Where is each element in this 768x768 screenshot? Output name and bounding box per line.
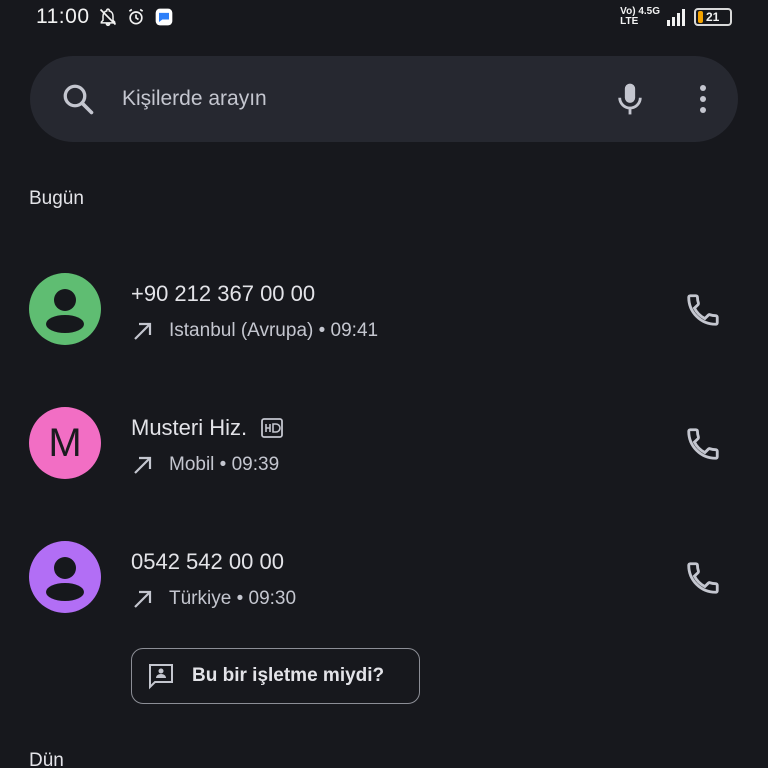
- call-log-item[interactable]: +90 212 367 00 00 Istanbul (Avrupa) • 09…: [0, 273, 768, 373]
- battery-indicator: 21: [694, 8, 732, 26]
- signal-icon: [667, 9, 685, 26]
- outgoing-call-icon: [134, 590, 152, 608]
- notifications-off-icon: [99, 8, 116, 27]
- avatar[interactable]: M: [29, 407, 101, 479]
- avatar[interactable]: [29, 273, 101, 345]
- caller-name: +90 212 367 00 00: [131, 281, 316, 306]
- call-back-button[interactable]: [684, 291, 722, 329]
- call-back-button[interactable]: [684, 425, 722, 463]
- outgoing-call-icon: [134, 456, 152, 474]
- more-vert-icon[interactable]: [698, 83, 708, 115]
- person-icon: [46, 289, 84, 333]
- call-detail: Istanbul (Avrupa) • 09:41: [131, 319, 378, 343]
- caller-name: 0542 542 00 00: [131, 549, 284, 574]
- search-input[interactable]: Kişilerde arayın: [122, 87, 614, 111]
- messages-app-icon: [155, 8, 172, 26]
- call-detail: Mobil • 09:39: [131, 453, 279, 477]
- mic-icon[interactable]: [614, 81, 646, 117]
- avatar[interactable]: [29, 541, 101, 613]
- battery-fill: [698, 11, 703, 23]
- outgoing-call-icon: [134, 322, 152, 340]
- status-time: 11:00: [36, 5, 90, 28]
- business-prompt-label: Bu bir işletme miydi?: [192, 665, 385, 686]
- business-prompt-button[interactable]: Bu bir işletme miydi?: [131, 648, 420, 704]
- search-icon[interactable]: [60, 81, 96, 117]
- call-back-button[interactable]: [684, 559, 722, 597]
- avatar-letter: M: [48, 420, 82, 465]
- person-icon: [46, 557, 84, 601]
- call-detail: Türkiye • 09:30: [131, 587, 296, 611]
- call-log-item[interactable]: M Musteri Hiz. Mobil • 09:39: [0, 407, 768, 507]
- hd-icon: [261, 418, 284, 438]
- search-bar[interactable]: Kişilerde arayın: [30, 56, 738, 142]
- section-today: Bugün: [29, 188, 84, 209]
- call-log-item[interactable]: 0542 542 00 00 Türkiye • 09:30: [0, 541, 768, 641]
- network-indicator: Vo) 4.5G LTE: [620, 6, 660, 27]
- section-yesterday: Dün: [29, 750, 64, 768]
- status-bar: 11:00 Vo) 4.5G LTE 21: [0, 0, 768, 34]
- caller-name: Musteri Hiz.: [131, 415, 284, 441]
- alarm-icon: [128, 8, 143, 25]
- business-feedback-icon: [149, 664, 173, 690]
